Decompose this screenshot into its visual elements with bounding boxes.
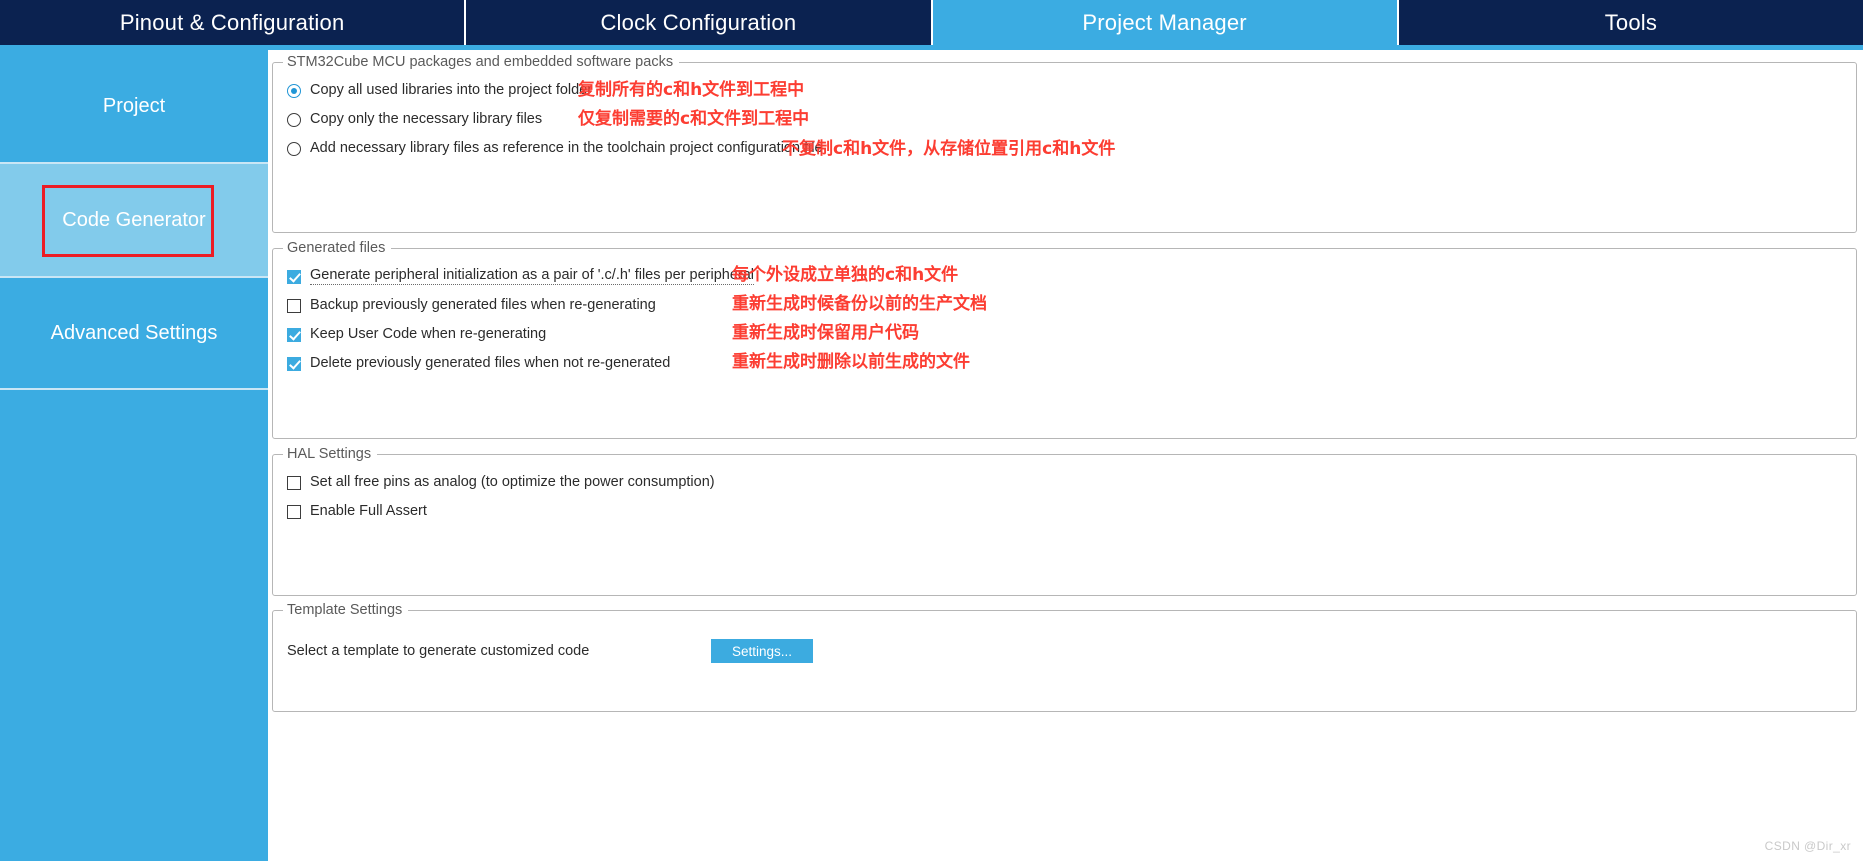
sidebar: Project Code Generator Advanced Settings	[0, 50, 268, 861]
checkbox-icon[interactable]	[287, 327, 301, 342]
group-generated-files: Generated files Generate peripheral init…	[272, 240, 1857, 439]
radio-icon[interactable]	[287, 83, 301, 98]
annotation-generate-peripheral-init: 每个外设成立单独的c和h文件	[732, 265, 959, 285]
tab-clock-configuration[interactable]: Clock Configuration	[466, 0, 933, 45]
group-title: Template Settings	[287, 602, 403, 618]
sidebar-item-label: Project	[102, 94, 166, 117]
tab-label: Project Manager	[1082, 9, 1247, 35]
checkbox-label: Backup previously generated files when r…	[310, 297, 656, 314]
checkbox-label: Generate peripheral initialization as a …	[310, 268, 754, 286]
annotation-add-as-reference: 不复制c和h文件，从存储位置引用c和h文件	[782, 139, 1116, 159]
group-body: Copy all used libraries into the project…	[273, 70, 1856, 232]
tab-tools[interactable]: Tools	[1398, 0, 1863, 45]
checkbox-icon[interactable]	[287, 356, 301, 371]
sidebar-item-label: Code Generator	[62, 208, 206, 231]
checkbox-icon[interactable]	[287, 475, 301, 490]
group-body: Select a template to generate customized…	[273, 618, 1856, 711]
tab-label: Pinout & Configuration	[119, 9, 345, 35]
checkbox-label: Delete previously generated files when n…	[310, 355, 671, 372]
sidebar-item-code-generator[interactable]: Code Generator	[0, 164, 268, 278]
radio-label: Copy only the necessary library files	[310, 111, 543, 128]
tab-project-manager[interactable]: Project Manager	[932, 0, 1399, 45]
group-title: Generated files	[287, 240, 386, 256]
checkbox-label: Enable Full Assert	[310, 503, 427, 520]
checkbox-icon[interactable]	[287, 269, 301, 284]
group-body: Generate peripheral initialization as a …	[273, 256, 1856, 438]
template-row: Select a template to generate customized…	[287, 624, 1842, 664]
tab-pinout-configuration[interactable]: Pinout & Configuration	[0, 0, 467, 45]
checkbox-row-set-free-pins-analog[interactable]: Set all free pins as analog (to optimize…	[287, 468, 1842, 497]
annotation-delete-previous-files: 重新生成时删除以前生成的文件	[732, 352, 970, 372]
checkbox-row-backup-previous-files[interactable]: Backup previously generated files when r…	[287, 291, 1842, 320]
group-hal-settings: HAL Settings Set all free pins as analog…	[272, 446, 1857, 596]
annotation-backup-previous-files: 重新生成时候备份以前的生产文档	[732, 294, 987, 314]
radio-row-copy-all-libraries[interactable]: Copy all used libraries into the project…	[287, 76, 1842, 105]
code-generator-panel: STM32Cube MCU packages and embedded soft…	[268, 50, 1863, 861]
annotation-copy-all-libraries: 复制所有的c和h文件到工程中	[578, 80, 805, 100]
radio-label: Copy all used libraries into the project…	[310, 82, 593, 99]
radio-row-copy-necessary-libraries[interactable]: Copy only the necessary library files	[287, 105, 1842, 134]
watermark: CSDN @Dir_xr	[1764, 839, 1851, 853]
group-title: STM32Cube MCU packages and embedded soft…	[287, 54, 674, 70]
sidebar-item-project[interactable]: Project	[0, 50, 268, 164]
checkbox-label: Set all free pins as analog (to optimize…	[310, 474, 715, 491]
sidebar-item-advanced-settings[interactable]: Advanced Settings	[0, 278, 268, 390]
project-manager-window: Pinout & Configuration Clock Configurati…	[0, 0, 1863, 861]
group-mcu-packages: STM32Cube MCU packages and embedded soft…	[272, 54, 1857, 233]
group-template-settings: Template Settings Select a template to g…	[272, 602, 1857, 712]
group-title: HAL Settings	[287, 446, 372, 462]
checkbox-row-enable-full-assert[interactable]: Enable Full Assert	[287, 497, 1842, 526]
template-settings-button[interactable]: Settings...	[711, 639, 813, 663]
checkbox-label: Keep User Code when re-generating	[310, 326, 547, 343]
checkbox-row-keep-user-code[interactable]: Keep User Code when re-generating	[287, 320, 1842, 349]
tab-label: Clock Configuration	[600, 9, 797, 35]
radio-icon[interactable]	[287, 112, 301, 127]
radio-label: Add necessary library files as reference…	[310, 140, 823, 157]
annotation-copy-necessary-libraries: 仅复制需要的c和文件到工程中	[578, 109, 810, 129]
annotation-keep-user-code: 重新生成时保留用户代码	[732, 323, 919, 343]
sidebar-item-label: Advanced Settings	[50, 321, 218, 344]
checkbox-icon[interactable]	[287, 298, 301, 313]
sidebar-empty-area	[0, 390, 268, 860]
radio-icon[interactable]	[287, 141, 301, 156]
group-body: Set all free pins as analog (to optimize…	[273, 462, 1856, 595]
tab-label: Tools	[1604, 9, 1658, 35]
main-tab-bar: Pinout & Configuration Clock Configurati…	[0, 0, 1863, 45]
template-description: Select a template to generate customized…	[287, 643, 590, 659]
checkbox-icon[interactable]	[287, 504, 301, 519]
checkbox-row-generate-peripheral-init[interactable]: Generate peripheral initialization as a …	[287, 262, 1842, 291]
checkbox-row-delete-previous-files[interactable]: Delete previously generated files when n…	[287, 349, 1842, 378]
